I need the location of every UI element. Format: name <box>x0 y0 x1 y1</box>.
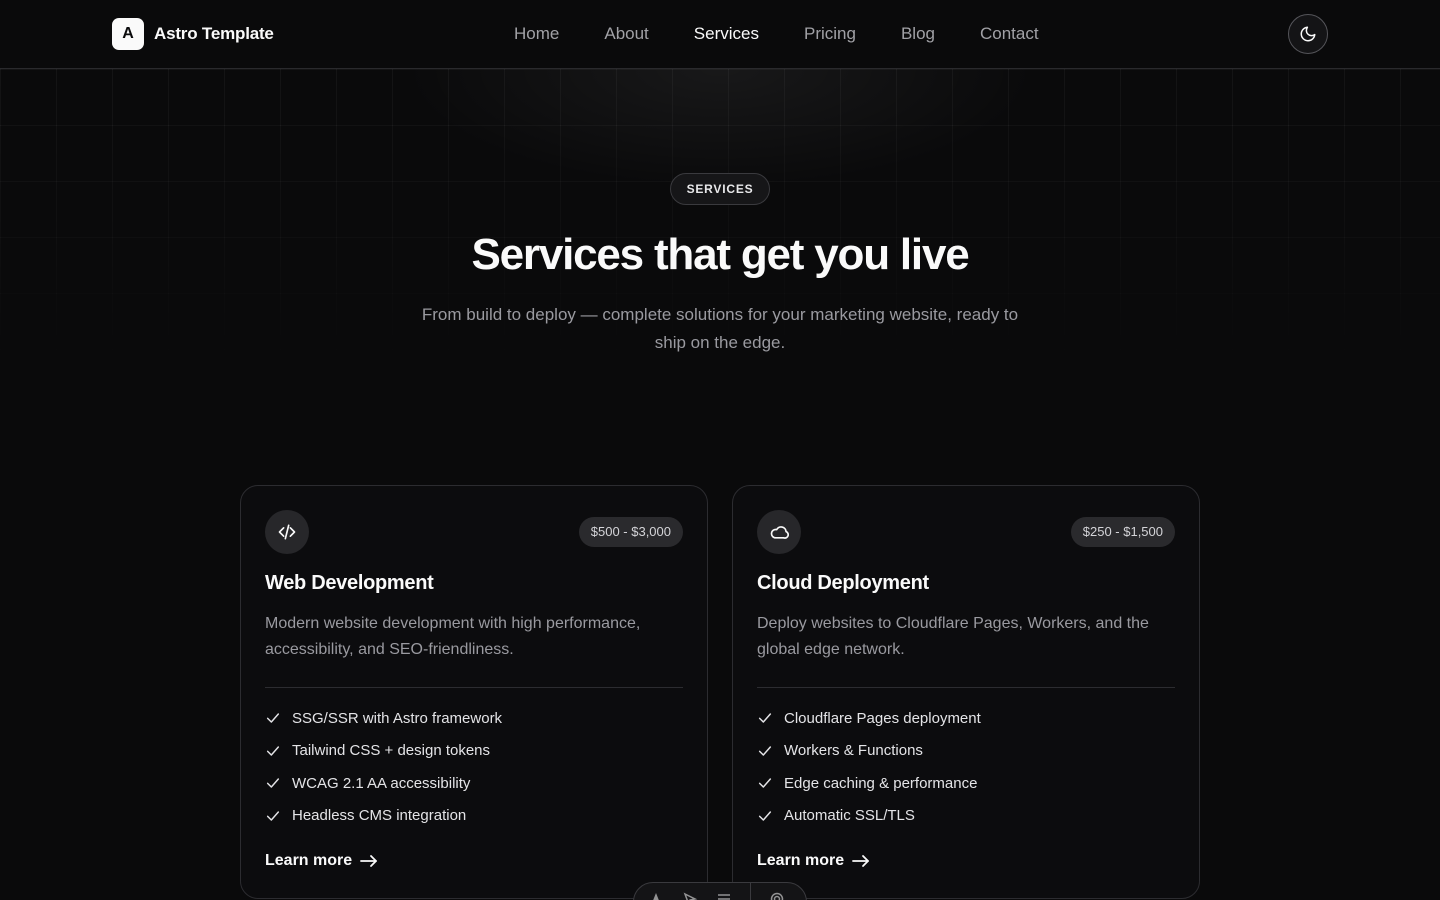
site-header: A Astro Template Home About Services Pri… <box>0 0 1440 69</box>
main-nav: Home About Services Pricing Blog Contact <box>514 22 1084 46</box>
feature-list: Cloudflare Pages deployment Workers & Fu… <box>757 702 1175 832</box>
page-title: Services that get you live <box>471 230 969 279</box>
astro-icon[interactable] <box>648 891 664 900</box>
service-card-web-development: $500 - $3,000 Web Development Modern web… <box>240 485 708 899</box>
toolbar-separator <box>750 883 751 900</box>
card-divider <box>757 687 1175 688</box>
learn-more-link[interactable]: Learn more <box>265 852 378 870</box>
code-icon <box>265 510 309 554</box>
dev-toolbar <box>633 882 807 900</box>
feature-item: Cloudflare Pages deployment <box>757 702 1175 735</box>
moon-icon <box>1300 26 1316 42</box>
feature-label: Workers & Functions <box>784 742 923 760</box>
section-eyebrow-badge: SERVICES <box>669 173 771 205</box>
check-icon <box>266 778 280 788</box>
nav-item-contact[interactable]: Contact <box>980 22 1039 46</box>
learn-more-label: Learn more <box>265 852 353 869</box>
arrow-right-icon <box>852 855 870 867</box>
service-description: Deploy websites to Cloudflare Pages, Wor… <box>757 615 1149 658</box>
service-title: Cloud Deployment <box>757 572 929 594</box>
feature-label: Automatic SSL/TLS <box>784 807 915 825</box>
check-icon <box>266 713 280 723</box>
nav-item-about[interactable]: About <box>604 22 648 46</box>
settings-icon[interactable] <box>769 891 785 900</box>
brand-mark: A <box>112 18 144 50</box>
feature-item: Headless CMS integration <box>265 800 683 833</box>
feature-item: Workers & Functions <box>757 735 1175 768</box>
feature-label: WCAG 2.1 AA accessibility <box>292 774 471 792</box>
nav-item-services[interactable]: Services <box>694 22 759 46</box>
learn-more-link[interactable]: Learn more <box>757 852 870 870</box>
feature-label: SSG/SSR with Astro framework <box>292 709 503 727</box>
feature-item: Edge caching & performance <box>757 767 1175 800</box>
price-badge: $500 - $3,000 <box>578 517 683 547</box>
theme-toggle-button[interactable] <box>1288 14 1328 54</box>
check-icon <box>758 778 772 788</box>
check-icon <box>266 746 280 756</box>
service-card-cloud-deployment: $250 - $1,500 Cloud Deployment Deploy we… <box>732 485 1200 899</box>
cloud-icon <box>757 510 801 554</box>
hero-glow <box>400 69 1040 189</box>
brand-logo-link[interactable]: A Astro Template <box>112 18 274 50</box>
price-badge: $250 - $1,500 <box>1070 517 1175 547</box>
nav-item-pricing[interactable]: Pricing <box>804 22 856 46</box>
inspect-icon[interactable] <box>682 891 698 900</box>
feature-label: Edge caching & performance <box>784 774 978 792</box>
card-divider <box>265 687 683 688</box>
feature-list: SSG/SSR with Astro framework Tailwind CS… <box>265 702 683 832</box>
service-description: Modern website development with high per… <box>265 615 641 658</box>
service-title: Web Development <box>265 572 434 594</box>
feature-item: Automatic SSL/TLS <box>757 800 1175 833</box>
nav-item-blog[interactable]: Blog <box>901 22 935 46</box>
nav-item-home[interactable]: Home <box>514 22 559 46</box>
arrow-right-icon <box>360 855 378 867</box>
feature-label: Tailwind CSS + design tokens <box>292 742 491 760</box>
check-icon <box>758 811 772 821</box>
page-subtitle: From build to deploy — complete solution… <box>421 305 1019 352</box>
check-icon <box>266 811 280 821</box>
feature-item: Tailwind CSS + design tokens <box>265 735 683 768</box>
feature-item: SSG/SSR with Astro framework <box>265 702 683 735</box>
learn-more-label: Learn more <box>757 852 845 869</box>
check-icon <box>758 746 772 756</box>
feature-item: WCAG 2.1 AA accessibility <box>265 767 683 800</box>
brand-name: Astro Template <box>154 24 274 43</box>
menu-icon[interactable] <box>716 891 732 900</box>
hero-section: SERVICES Services that get you live From… <box>0 173 1440 357</box>
feature-label: Headless CMS integration <box>292 807 467 825</box>
feature-label: Cloudflare Pages deployment <box>784 709 981 727</box>
check-icon <box>758 713 772 723</box>
